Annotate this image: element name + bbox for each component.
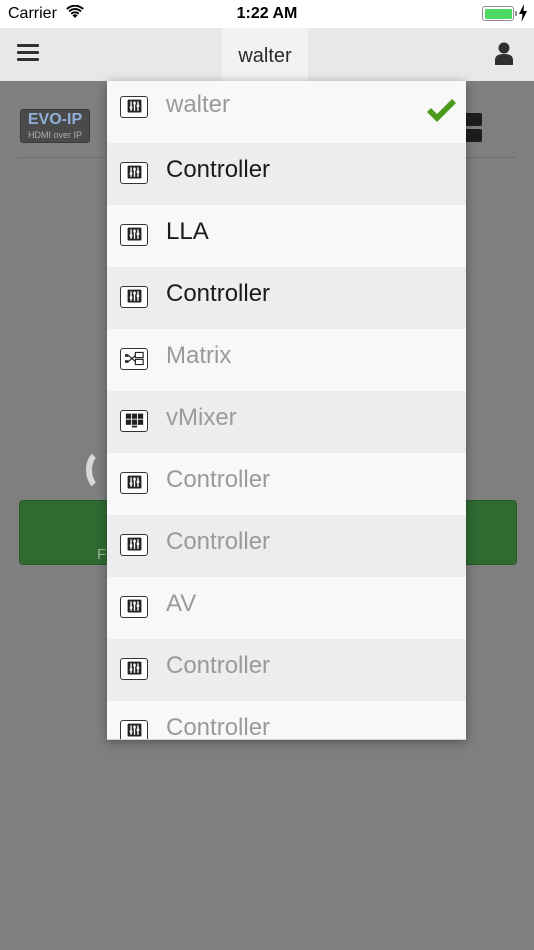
controller-icon <box>120 596 148 618</box>
checkmark-icon <box>427 99 456 122</box>
status-bar: Carrier 1:22 AM <box>0 0 534 28</box>
dropdown-item[interactable]: Controller <box>107 143 466 205</box>
dropdown-item-label: LLA <box>166 218 209 245</box>
controller-icon <box>120 162 148 184</box>
dropdown-item[interactable]: Controller <box>107 453 466 515</box>
dropdown-item[interactable]: Controller <box>107 515 466 577</box>
logo-subtext: HDMI over IP <box>27 130 82 140</box>
dropdown-item-label: AV <box>166 590 197 617</box>
evo-ip-logo: EVO-IP HDMI over IP <box>20 109 90 143</box>
dropdown-item[interactable]: vMixer <box>107 391 466 453</box>
dropdown-item[interactable]: AV <box>107 577 466 639</box>
dropdown-item[interactable]: Matrix <box>107 329 466 391</box>
user-icon[interactable] <box>494 42 514 66</box>
dropdown-item-label: walter <box>166 91 231 118</box>
battery-icon <box>482 6 517 21</box>
dropdown-item-label: Controller <box>166 528 271 555</box>
dropdown-item[interactable]: Controller <box>107 639 466 701</box>
dropdown-item-label: Controller <box>166 466 271 493</box>
device-dropdown-list[interactable]: walter Controller LLA Controller Matrix vMixe… <box>107 81 466 740</box>
nav-title[interactable]: walter <box>222 45 308 68</box>
dropdown-item[interactable]: LLA <box>107 205 466 267</box>
controller-icon <box>120 96 148 118</box>
controller-icon <box>120 720 148 739</box>
hamburger-menu-icon[interactable] <box>17 44 41 64</box>
controller-icon <box>120 472 148 494</box>
charging-bolt-icon <box>519 4 527 22</box>
dropdown-item-label: Controller <box>166 714 271 740</box>
controller-icon <box>120 224 148 246</box>
dropdown-item[interactable]: Controller <box>107 701 466 740</box>
dropdown-item[interactable]: walter <box>107 81 466 143</box>
matrix-icon <box>120 348 148 370</box>
logo-text: EVO-IP <box>27 111 83 128</box>
dropdown-item[interactable]: Controller <box>107 267 466 329</box>
navigation-bar: walter <box>0 28 534 81</box>
dropdown-item-label: Matrix <box>166 342 232 369</box>
dropdown-item-label: Controller <box>166 280 271 307</box>
clock: 1:22 AM <box>236 5 298 22</box>
background-button-label: F <box>97 546 107 563</box>
vmixer-icon <box>120 410 148 432</box>
dropdown-item-label: vMixer <box>166 404 237 431</box>
dropdown-item-label: Controller <box>166 652 271 679</box>
controller-icon <box>120 658 148 680</box>
controller-icon <box>120 534 148 556</box>
dropdown-item-label: Controller <box>166 156 271 183</box>
controller-icon <box>120 286 148 308</box>
